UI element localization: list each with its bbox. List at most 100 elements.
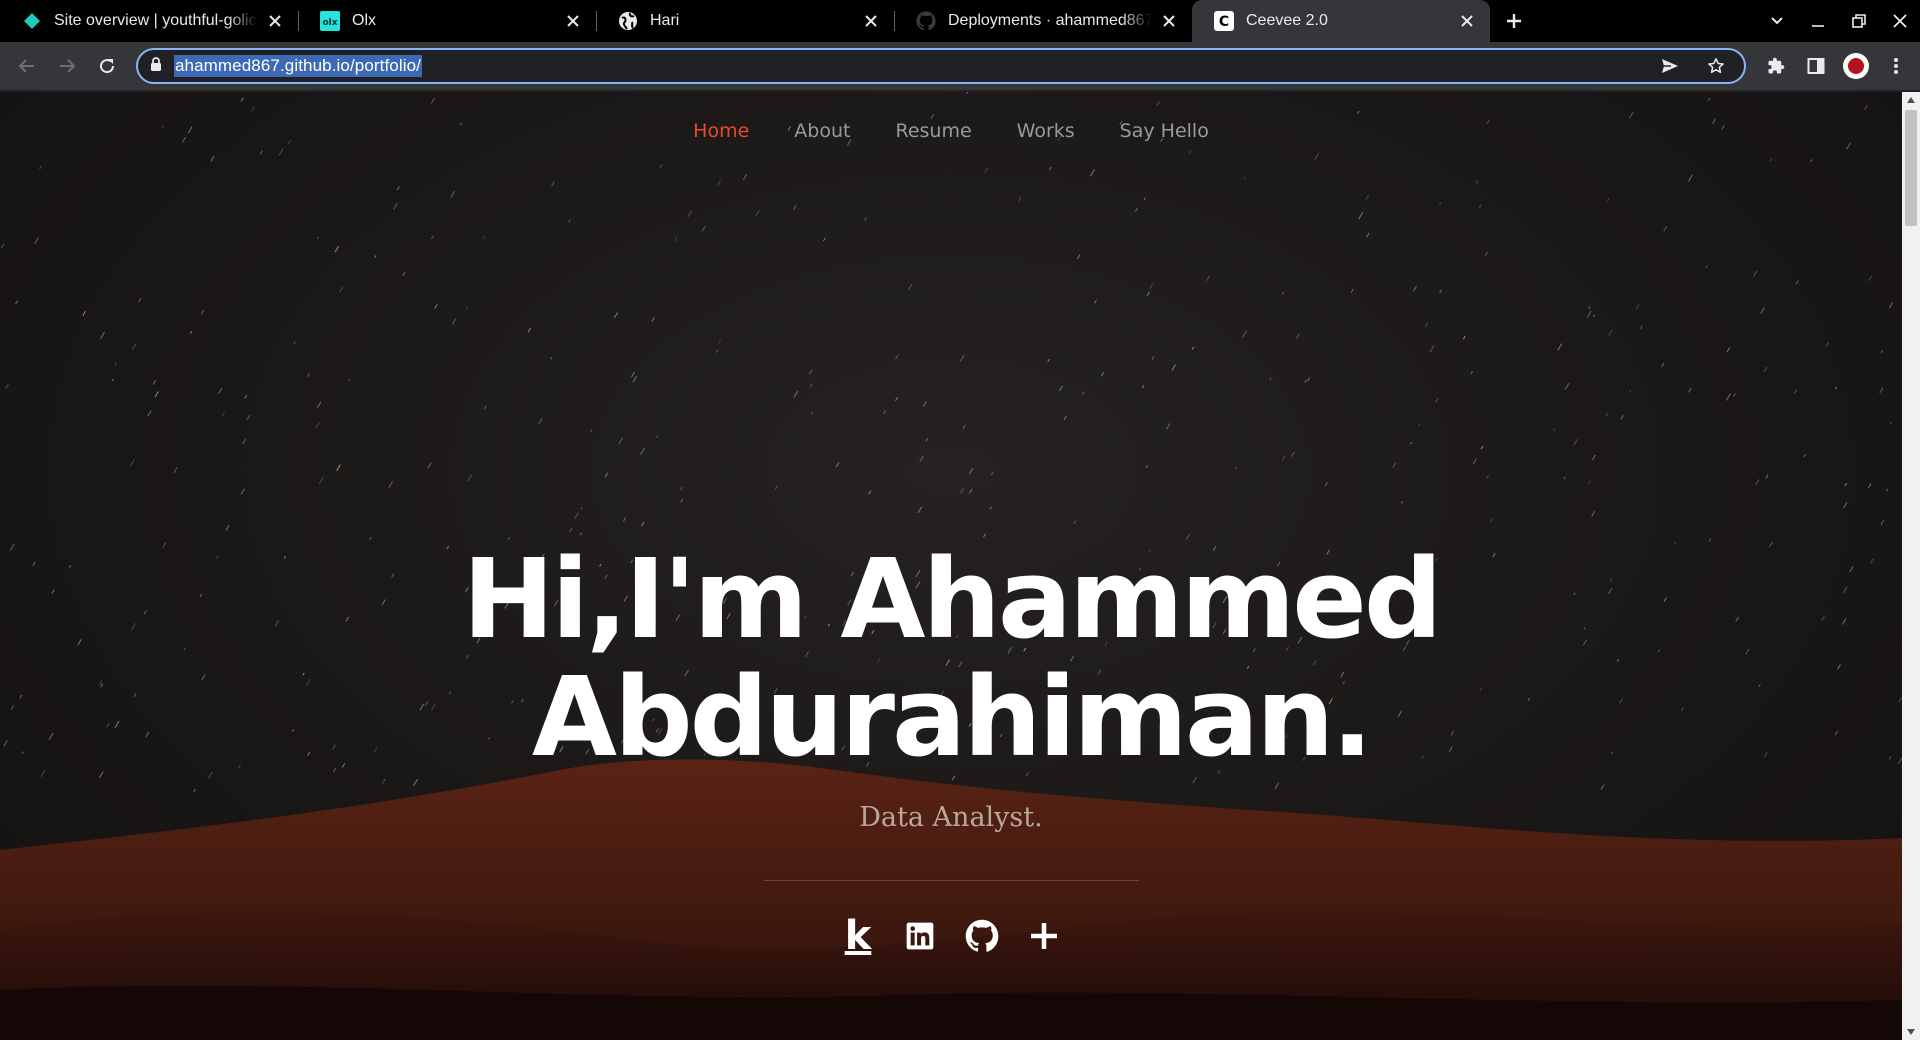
star-streak xyxy=(1661,362,1665,367)
tab-title: Olx xyxy=(352,12,376,29)
close-icon xyxy=(1892,14,1907,28)
close-icon[interactable] xyxy=(1456,10,1478,32)
star-streak xyxy=(244,394,248,399)
star-streak xyxy=(1868,275,1873,282)
star-streak xyxy=(1480,446,1484,450)
star-streak xyxy=(1188,150,1192,154)
restore-button[interactable] xyxy=(1838,0,1879,42)
tab-olx[interactable]: olx Olx xyxy=(298,0,596,42)
github-link[interactable] xyxy=(964,918,1000,954)
star-streak xyxy=(1418,423,1421,426)
bookmark-button[interactable] xyxy=(1696,46,1736,86)
star-streak xyxy=(1880,519,1885,526)
github-icon xyxy=(916,11,936,31)
linkedin-link[interactable] xyxy=(902,918,938,954)
scroll-up-arrow[interactable] xyxy=(1902,92,1920,108)
star-streak xyxy=(718,340,722,344)
close-window-button[interactable] xyxy=(1879,0,1920,42)
back-button[interactable] xyxy=(7,46,47,86)
nav-about[interactable]: About xyxy=(794,120,850,142)
star-streak xyxy=(1093,299,1097,304)
profile-button[interactable] xyxy=(1836,46,1876,86)
url-text[interactable]: ahammed867.github.io/portfolio/ xyxy=(174,55,422,77)
star-streak xyxy=(679,486,683,491)
close-icon[interactable] xyxy=(264,10,286,32)
tab-ceevee[interactable]: C Ceevee 2.0 xyxy=(1192,0,1490,42)
star-streak xyxy=(793,204,797,210)
star-streak xyxy=(221,411,226,417)
tab-search-button[interactable] xyxy=(1756,0,1797,42)
star-streak xyxy=(1687,174,1693,182)
star-streak xyxy=(1725,393,1732,401)
tab-site-overview[interactable]: Site overview | youthful-golic xyxy=(0,0,298,42)
star-streak xyxy=(1134,208,1138,212)
star-streak xyxy=(1864,104,1868,110)
star-streak xyxy=(1165,423,1171,430)
star-streak xyxy=(1413,286,1417,292)
extensions-button[interactable] xyxy=(1756,46,1796,86)
olx-logo-text: olx xyxy=(322,18,337,28)
star-streak xyxy=(200,310,205,315)
star-streak xyxy=(1191,346,1195,350)
forward-button[interactable] xyxy=(47,46,87,86)
new-tab-button[interactable] xyxy=(1494,0,1534,42)
star-streak xyxy=(147,410,152,417)
side-panel-button[interactable] xyxy=(1796,46,1836,86)
star-streak xyxy=(434,303,438,309)
globe-icon xyxy=(618,11,638,31)
tab-deployments[interactable]: Deployments · ahammed867/ xyxy=(894,0,1192,42)
scrollbar-thumb[interactable] xyxy=(1905,110,1917,226)
star-streak xyxy=(1573,438,1578,446)
hero-title-line-1: Hi,I'm Ahammed xyxy=(462,535,1442,663)
star-streak xyxy=(1269,377,1272,380)
star-streak xyxy=(316,236,320,240)
address-bar[interactable]: ahammed867.github.io/portfolio/ xyxy=(136,48,1746,84)
star-streak xyxy=(930,114,935,120)
star-streak xyxy=(1888,302,1894,309)
star-streak xyxy=(1834,386,1838,390)
star-streak xyxy=(1765,474,1769,479)
nav-works[interactable]: Works xyxy=(1017,120,1075,142)
nav-home[interactable]: Home xyxy=(693,120,749,142)
nav-resume[interactable]: Resume xyxy=(895,120,971,142)
star-streak xyxy=(1760,307,1765,315)
reload-button[interactable] xyxy=(87,46,127,86)
star-streak xyxy=(1752,270,1758,277)
star-streak xyxy=(589,429,593,433)
kaggle-icon: k xyxy=(844,913,872,959)
kaggle-link[interactable]: k xyxy=(840,913,876,959)
star-streak xyxy=(1290,451,1295,457)
page-scrollbar[interactable] xyxy=(1902,92,1920,1040)
star-streak xyxy=(1146,291,1150,297)
minimize-button[interactable] xyxy=(1797,0,1838,42)
star-streak xyxy=(1472,458,1477,465)
scroll-down-arrow[interactable] xyxy=(1902,1024,1920,1040)
star-streak xyxy=(293,341,296,345)
star-streak xyxy=(550,356,553,360)
close-icon[interactable] xyxy=(562,10,584,32)
star-streak xyxy=(1553,428,1556,432)
star-streak xyxy=(1462,335,1466,340)
tab-title: Deployments · ahammed867/ xyxy=(948,12,1152,29)
star-streak xyxy=(1151,356,1155,360)
star-streak xyxy=(962,424,966,430)
tab-title: Site overview | youthful-golic xyxy=(54,12,257,29)
star-streak xyxy=(467,474,472,482)
page-viewport: Home About Resume Works Say Hello Hi,I'm… xyxy=(0,92,1902,1040)
star-streak xyxy=(622,517,627,522)
star-streak xyxy=(316,401,322,409)
more-link[interactable] xyxy=(1026,918,1062,954)
nav-say-hello[interactable]: Say Hello xyxy=(1120,120,1209,142)
linkedin-icon xyxy=(906,922,934,950)
star-streak xyxy=(925,437,929,442)
menu-button[interactable] xyxy=(1876,46,1916,86)
social-links: k xyxy=(0,913,1902,959)
lock-icon[interactable] xyxy=(150,56,162,76)
tab-hari[interactable]: Hari xyxy=(596,0,894,42)
star-streak xyxy=(1234,466,1237,470)
close-icon[interactable] xyxy=(860,10,882,32)
close-icon[interactable] xyxy=(1158,10,1180,32)
send-tab-button[interactable] xyxy=(1650,46,1690,86)
star-streak xyxy=(640,447,646,456)
avatar xyxy=(1843,53,1869,79)
